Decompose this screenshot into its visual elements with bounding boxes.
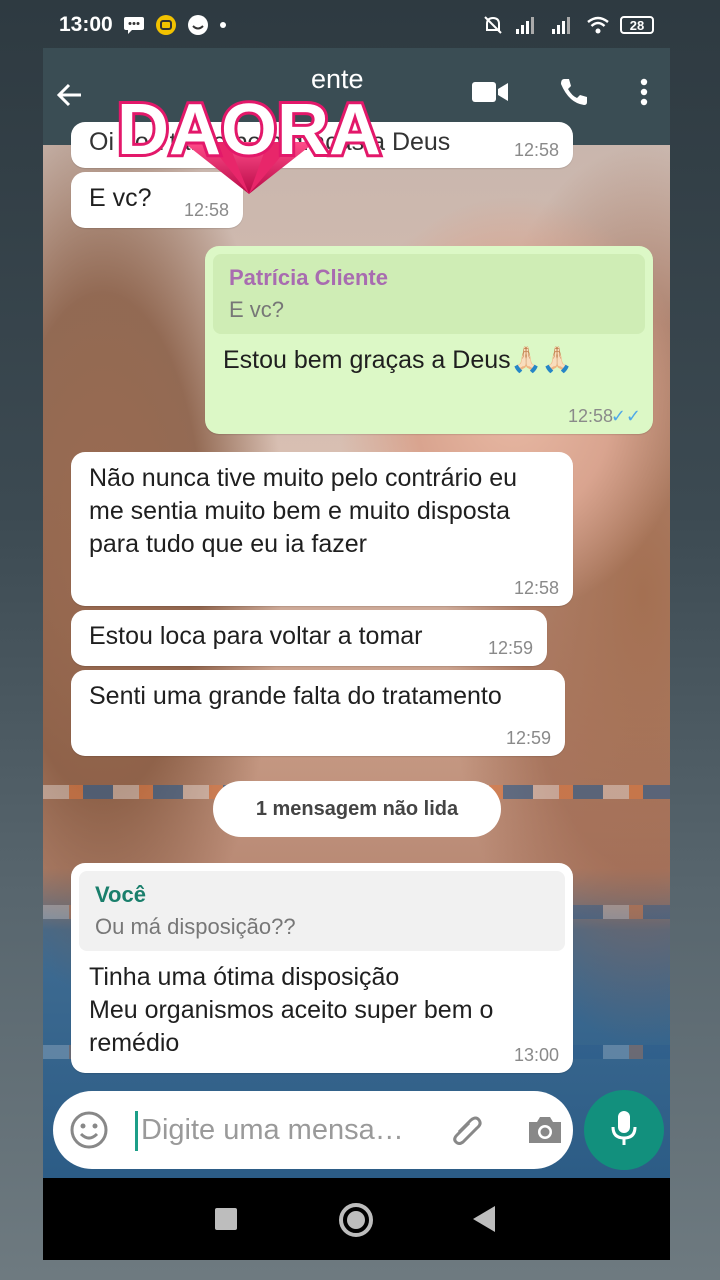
voice-call-icon[interactable] bbox=[558, 76, 590, 108]
message-text: Não nunca tive muito pelo contrário eu m… bbox=[89, 464, 518, 558]
battery-indicator: 28 bbox=[620, 16, 654, 34]
home-icon[interactable] bbox=[339, 1203, 373, 1237]
quote-author: Você bbox=[95, 882, 146, 907]
wifi-icon bbox=[586, 15, 610, 35]
message-notification-icon bbox=[123, 16, 145, 34]
message-text: Estou loca para voltar a tomar bbox=[89, 622, 423, 650]
back-arrow-icon[interactable] bbox=[55, 80, 85, 110]
more-options-icon[interactable] bbox=[640, 78, 648, 106]
reply-quote[interactable]: Você Ou má disposição?? bbox=[79, 871, 565, 951]
face-notification-icon bbox=[187, 14, 209, 36]
message-bubble-incoming[interactable]: Estou loca para voltar a tomar 12:59 bbox=[71, 610, 547, 666]
message-text: Tinha uma ótima disposição Meu organismo… bbox=[89, 963, 494, 1057]
reply-quote[interactable]: Patrícia Cliente E vc? bbox=[213, 254, 645, 334]
status-bar: 13:00 28 bbox=[43, 0, 670, 50]
status-time: 13:00 bbox=[59, 13, 113, 36]
logo-text: DAORA bbox=[117, 90, 381, 170]
mute-bell-icon bbox=[482, 14, 504, 36]
signal-icon bbox=[514, 15, 540, 35]
message-time: 12:58 bbox=[513, 578, 559, 598]
recent-apps-icon[interactable] bbox=[215, 1208, 237, 1230]
message-bubble-incoming[interactable]: Você Ou má disposição?? Tinha uma ótima … bbox=[71, 863, 573, 1073]
message-time: 12:59 bbox=[505, 728, 551, 748]
camera-icon[interactable] bbox=[525, 1110, 565, 1155]
message-composer bbox=[53, 1091, 573, 1169]
unread-messages-divider: 1 mensagem não lida bbox=[213, 781, 501, 837]
microphone-icon bbox=[608, 1109, 640, 1152]
message-time: 12:58 bbox=[513, 140, 559, 160]
nav-back-icon[interactable] bbox=[473, 1206, 495, 1232]
message-time: 13:00 bbox=[513, 1045, 559, 1065]
quote-author: Patrícia Cliente bbox=[229, 265, 388, 290]
system-nav-bar bbox=[43, 1178, 670, 1260]
message-time: 12:59 bbox=[487, 638, 533, 658]
microphone-button[interactable] bbox=[584, 1090, 664, 1170]
message-text: Estou bem graças a Deus🙏🏻🙏🏻 bbox=[223, 346, 573, 374]
video-call-icon[interactable] bbox=[472, 80, 508, 104]
chat-screen: ente DAORA Oi boa graças a Deus 12:58 E … bbox=[43, 48, 670, 1260]
message-time: 12:58 bbox=[183, 200, 229, 220]
emoji-icon[interactable] bbox=[69, 1110, 109, 1155]
read-ticks-icon: ✓✓ bbox=[610, 406, 641, 426]
message-bubble-outgoing[interactable]: Patrícia Cliente E vc? Estou bem graças … bbox=[205, 246, 653, 434]
text-cursor bbox=[135, 1111, 138, 1151]
app-notification-icon bbox=[155, 14, 177, 36]
quote-text: Ou má disposição?? bbox=[95, 914, 296, 939]
message-bubble-incoming[interactable]: Senti uma grande falta do tratamento 12:… bbox=[71, 670, 565, 756]
dot-icon bbox=[219, 21, 227, 29]
paperclip-icon[interactable] bbox=[447, 1110, 487, 1155]
message-text: Senti uma grande falta do tratamento bbox=[89, 682, 502, 710]
message-time: 12:58 bbox=[567, 406, 613, 426]
signal-2-icon bbox=[550, 15, 576, 35]
message-input[interactable] bbox=[141, 1109, 441, 1151]
message-bubble-incoming[interactable]: Não nunca tive muito pelo contrário eu m… bbox=[71, 452, 573, 606]
daora-logo: DAORA bbox=[113, 86, 385, 198]
quote-text: E vc? bbox=[229, 297, 285, 322]
